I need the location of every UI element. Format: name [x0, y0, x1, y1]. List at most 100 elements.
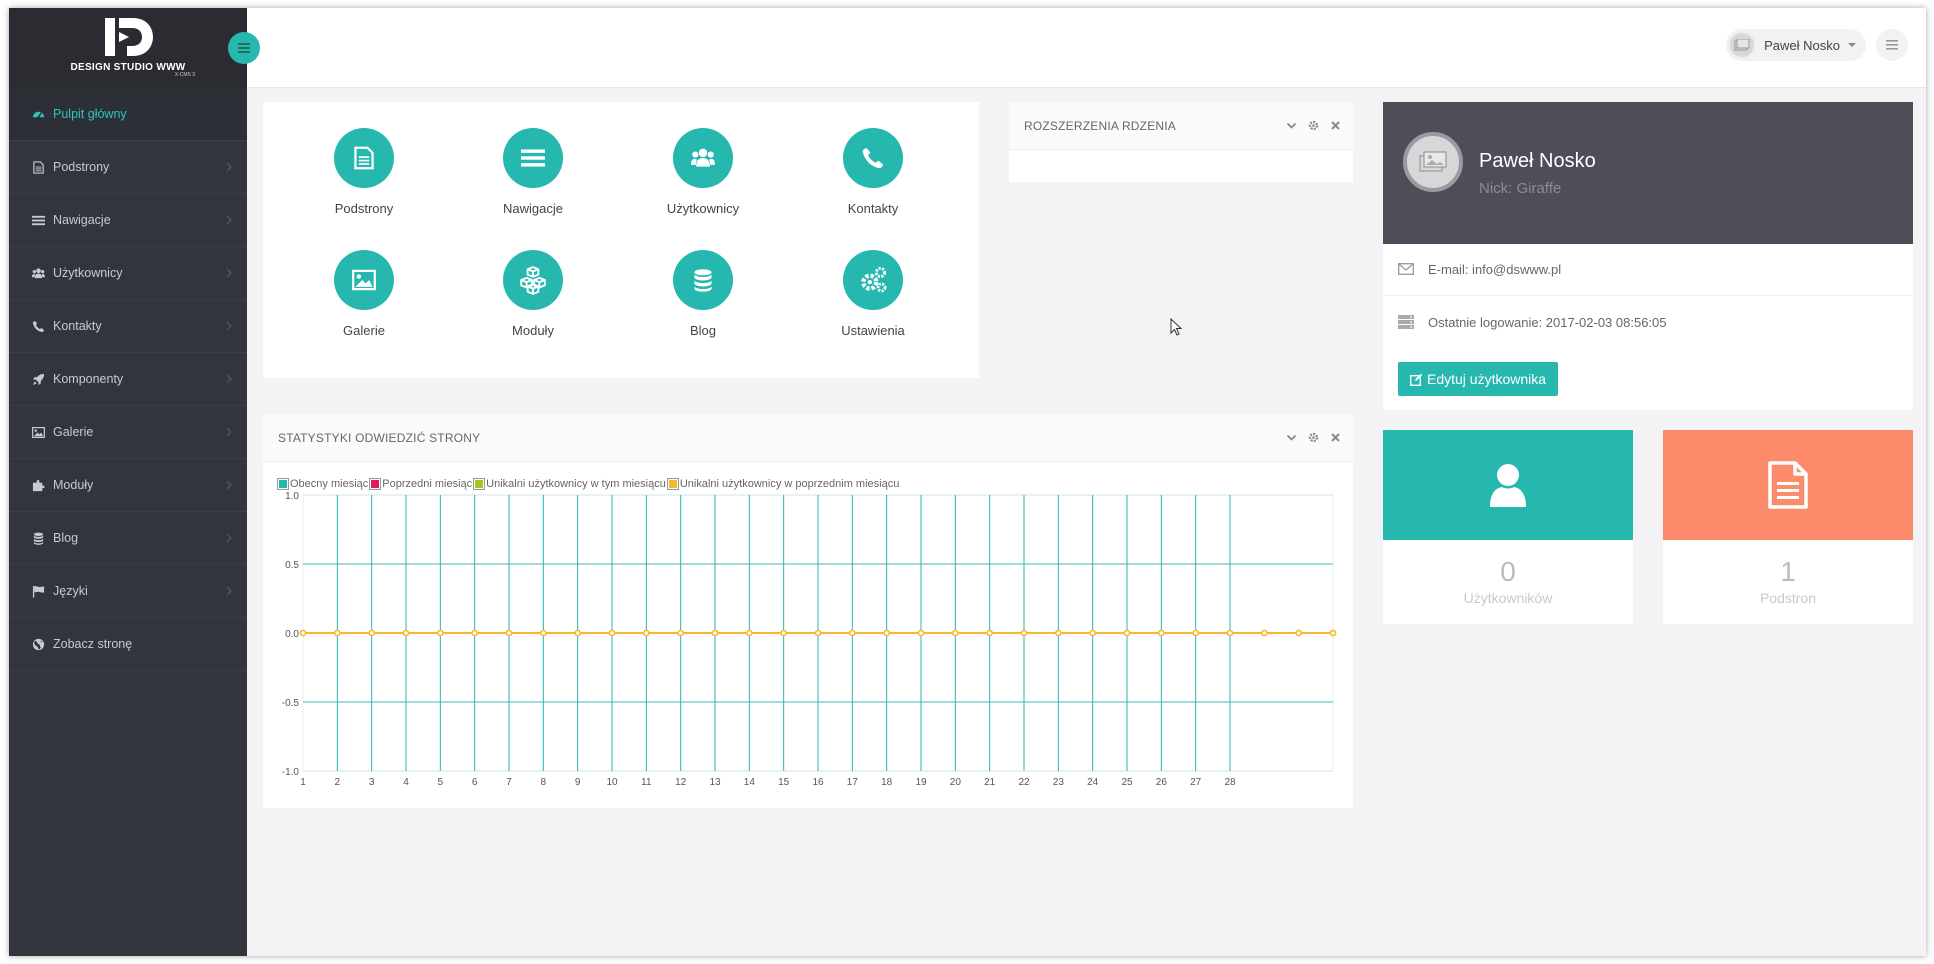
- mouse-cursor-icon: [1170, 318, 1182, 336]
- sidebar-item-nawigacje[interactable]: Nawigacje: [9, 194, 247, 247]
- chevron-down-icon[interactable]: [1286, 432, 1297, 443]
- quick-link-4[interactable]: Kontakty: [813, 128, 933, 216]
- sidebar-item-kontakty[interactable]: Kontakty: [9, 300, 247, 353]
- sidebar-item-użytkownicy[interactable]: Użytkownicy: [9, 247, 247, 300]
- x-tick-label: 2: [335, 777, 341, 788]
- x-tick-label: 14: [744, 777, 756, 788]
- data-point: [1089, 629, 1097, 637]
- top-header: Paweł Nosko: [247, 8, 1926, 88]
- data-point: [883, 629, 891, 637]
- user-name: Paweł Nosko: [1764, 37, 1840, 53]
- sidebar-item-języki[interactable]: Języki: [9, 565, 247, 618]
- quick-link-6[interactable]: Moduły: [473, 250, 593, 338]
- data-point: [1329, 629, 1337, 637]
- x-tick-label: 18: [881, 777, 893, 788]
- data-point: [471, 629, 479, 637]
- chevron-right-icon: [226, 533, 232, 543]
- sidebar-toggle-button[interactable]: [228, 32, 260, 64]
- quick-link-1[interactable]: Podstrony: [304, 128, 424, 216]
- gears-icon: [843, 250, 903, 310]
- sidebar-item-label: Blog: [53, 531, 79, 545]
- sidebar-item-label: Podstrony: [53, 160, 110, 174]
- right-menu-button[interactable]: [1876, 29, 1908, 61]
- quick-link-2[interactable]: Nawigacje: [473, 128, 593, 216]
- sidebar-item-label: Zobacz stronę: [53, 637, 133, 651]
- pages-counter[interactable]: 1 Podstron: [1663, 430, 1913, 624]
- chevron-down-icon[interactable]: [1286, 120, 1297, 131]
- quick-link-label: Użytkownicy: [666, 201, 740, 216]
- user-menu-button[interactable]: Paweł Nosko: [1726, 29, 1866, 61]
- users-counter[interactable]: 0 Użytkowników: [1383, 430, 1633, 624]
- profile-name: Paweł Nosko: [1479, 150, 1596, 172]
- chevron-right-icon: [226, 321, 232, 331]
- quick-link-5[interactable]: Galerie: [304, 250, 424, 338]
- users-counter-top: [1383, 430, 1633, 540]
- data-point: [1226, 629, 1234, 637]
- chevron-right-icon: [226, 162, 232, 172]
- data-point: [1260, 629, 1268, 637]
- panel-header: ROZSZERZENIA RDZENIA: [1009, 102, 1353, 150]
- profile-last-login: Ostatnie logowanie: 2017-02-03 08:56:05: [1428, 314, 1667, 330]
- profile-nick: Nick: Giraffe: [1479, 180, 1562, 197]
- quick-link-label: Kontakty: [847, 201, 899, 216]
- x-tick-label: 23: [1053, 777, 1065, 788]
- quick-link-label: Moduły: [512, 323, 554, 338]
- pages-count: 1: [1780, 556, 1796, 587]
- quick-link-8[interactable]: Ustawienia: [813, 250, 933, 338]
- sidebar-item-zobacz-stronę[interactable]: Zobacz stronę: [9, 618, 247, 671]
- app-window: DESIGN STUDIO WWW X-CMS 3 Pulpit główny P…: [9, 8, 1926, 956]
- chevron-right-icon: [226, 427, 232, 437]
- cubes-icon: [503, 250, 563, 310]
- close-icon[interactable]: [1330, 432, 1341, 443]
- close-icon[interactable]: [1330, 120, 1341, 131]
- quick-link-3[interactable]: Użytkownicy: [643, 128, 763, 216]
- file-icon: [334, 128, 394, 188]
- data-point: [1295, 629, 1303, 637]
- data-point: [1054, 629, 1062, 637]
- quick-link-label: Ustawienia: [841, 323, 905, 338]
- data-point: [574, 629, 582, 637]
- avatar: [1403, 132, 1463, 192]
- edit-user-button[interactable]: Edytuj użytkownika: [1398, 362, 1559, 396]
- x-tick-label: 22: [1018, 777, 1030, 788]
- sidebar-item-label: Galerie: [53, 425, 94, 439]
- x-tick-label: 12: [675, 777, 687, 788]
- x-tick-label: 25: [1121, 777, 1133, 788]
- data-point: [1123, 629, 1131, 637]
- data-point: [711, 629, 719, 637]
- panel-tools: [1286, 432, 1341, 443]
- gear-icon[interactable]: [1308, 432, 1319, 443]
- data-point: [951, 629, 959, 637]
- panel-title: ROZSZERZENIA RDZENIA: [1024, 118, 1177, 133]
- data-point: [848, 629, 856, 637]
- chevron-right-icon: [226, 374, 232, 384]
- sidebar-item-podstrony[interactable]: Podstrony: [9, 141, 247, 194]
- x-tick-label: 6: [472, 777, 478, 788]
- profile-header: Paweł Nosko Nick: Giraffe: [1383, 102, 1913, 244]
- edit-user-label: Edytuj użytkownika: [1427, 371, 1547, 387]
- chevron-down-icon: [1848, 43, 1856, 47]
- x-tick-label: 24: [1087, 777, 1099, 788]
- sidebar-item-moduły[interactable]: Moduły: [9, 459, 247, 512]
- database-icon: [31, 531, 45, 545]
- sidebar-item-komponenty[interactable]: Komponenty: [9, 353, 247, 406]
- gear-icon[interactable]: [1308, 120, 1319, 131]
- x-tick-label: 16: [812, 777, 824, 788]
- quick-link-7[interactable]: Blog: [643, 250, 763, 338]
- x-tick-label: 27: [1190, 777, 1202, 788]
- users-icon: [31, 266, 45, 280]
- brand[interactable]: DESIGN STUDIO WWW X-CMS 3: [9, 8, 247, 88]
- panel-title: STATYSTYKI ODWIEDZIĆ STRONY: [278, 430, 481, 445]
- data-point: [1192, 629, 1200, 637]
- x-tick-label: 5: [438, 777, 444, 788]
- sidebar-item-blog[interactable]: Blog: [9, 512, 247, 565]
- sidebar-item-label: Języki: [53, 584, 88, 598]
- data-point: [780, 629, 788, 637]
- x-tick-label: 1: [300, 777, 306, 788]
- server-icon: [1398, 315, 1414, 329]
- sidebar-item-galerie[interactable]: Galerie: [9, 406, 247, 459]
- sidebar-item-label: Komponenty: [53, 372, 124, 386]
- list-icon: [31, 213, 45, 227]
- sidebar-item-pulpit-główny[interactable]: Pulpit główny: [9, 88, 247, 141]
- avatar: [1728, 31, 1757, 59]
